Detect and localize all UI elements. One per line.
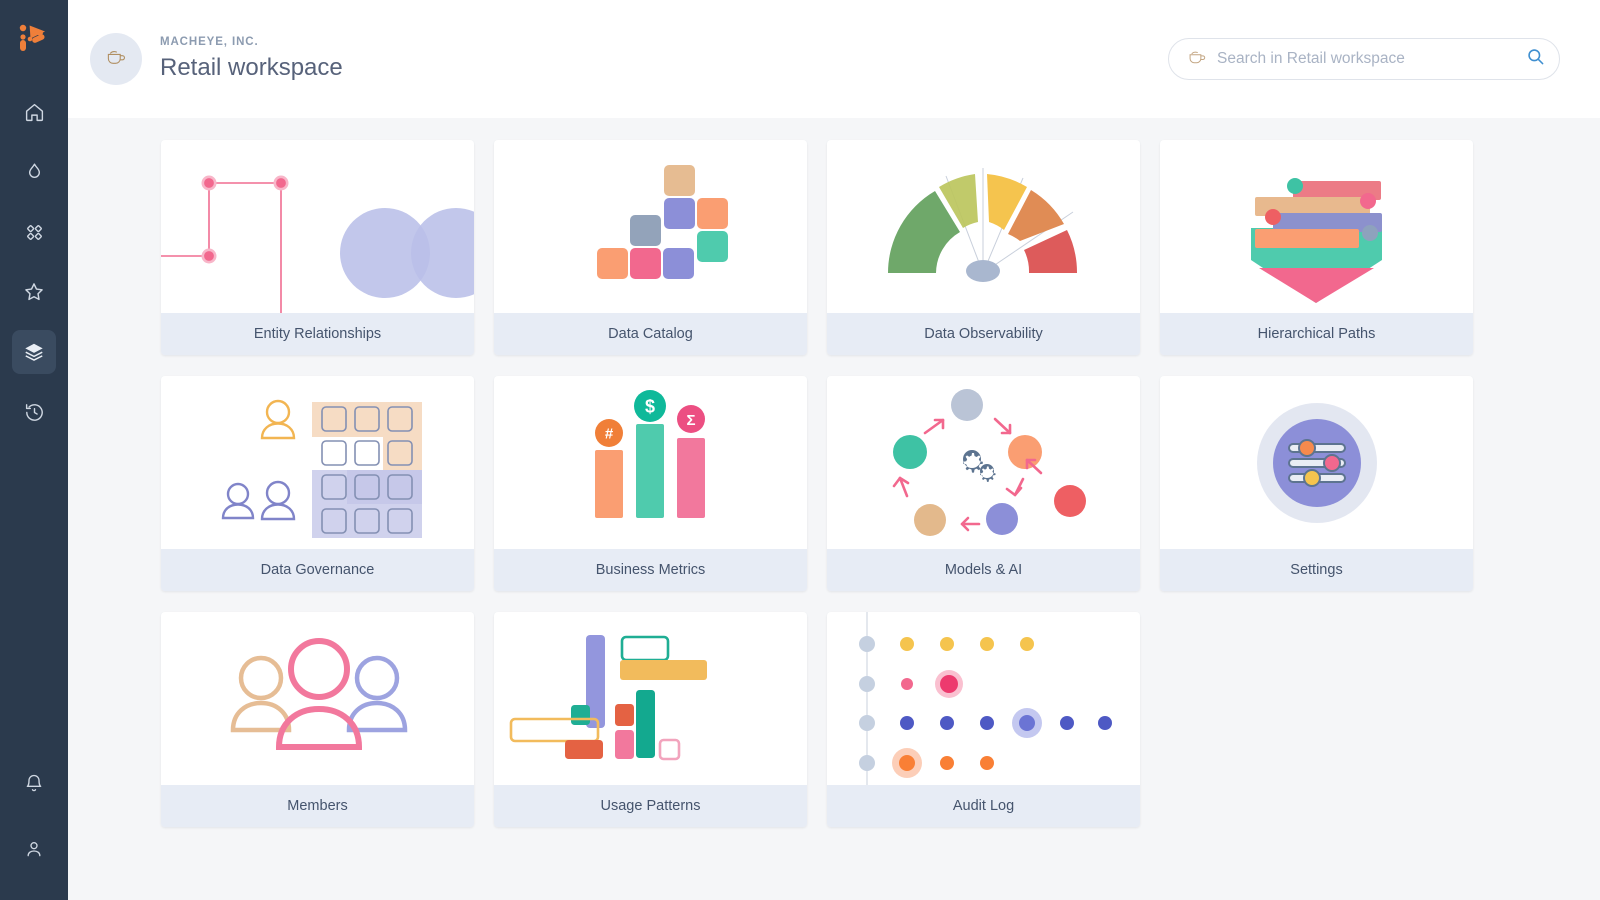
spark-icon [24, 162, 45, 183]
card-usage-patterns[interactable]: Usage Patterns [494, 612, 807, 827]
card-models-ai[interactable]: Models & AI [827, 376, 1140, 591]
page-title: Retail workspace [160, 54, 343, 81]
card-label: Settings [1160, 549, 1473, 591]
user-icon [24, 839, 44, 859]
workspace-heading: MACHEYE, INC. Retail workspace [160, 36, 343, 82]
sidebar-item-history[interactable] [12, 390, 56, 434]
diamond-grid-icon [24, 222, 45, 243]
star-icon [23, 281, 45, 303]
metric-badge-sigma: Σ [686, 412, 695, 429]
sidebar-item-workspaces[interactable] [12, 330, 56, 374]
card-data-governance[interactable]: Data Governance [161, 376, 474, 591]
card-label: Data Catalog [494, 313, 807, 355]
data-catalog-illustration [494, 140, 807, 313]
card-members[interactable]: Members [161, 612, 474, 827]
usage-patterns-illustration [494, 612, 807, 785]
macheye-logo-icon[interactable] [14, 20, 54, 56]
card-label: Entity Relationships [161, 313, 474, 355]
search-icon[interactable] [1526, 47, 1545, 71]
main-area: MACHEYE, INC. Retail workspace Search in… [68, 0, 1600, 900]
sidebar-item-notifications[interactable] [12, 761, 56, 805]
card-data-observability[interactable]: Data Observability [827, 140, 1140, 355]
card-settings[interactable]: Settings [1160, 376, 1473, 591]
card-label: Members [161, 785, 474, 827]
sidebar-item-profile[interactable] [12, 827, 56, 871]
card-hierarchical-paths[interactable]: Hierarchical Paths [1160, 140, 1473, 355]
card-label: Usage Patterns [494, 785, 807, 827]
sidebar-item-insights[interactable] [12, 150, 56, 194]
home-icon [24, 102, 45, 123]
data-observability-illustration [827, 140, 1140, 313]
business-metrics-illustration: # $ Σ [494, 376, 807, 549]
card-label: Hierarchical Paths [1160, 313, 1473, 355]
audit-log-illustration [827, 612, 1140, 785]
card-label: Data Observability [827, 313, 1140, 355]
search-input[interactable] [1217, 50, 1526, 68]
card-label: Audit Log [827, 785, 1140, 827]
org-name: MACHEYE, INC. [160, 36, 259, 48]
card-entity-relationships[interactable]: Entity Relationships [161, 140, 474, 355]
card-label: Business Metrics [494, 549, 807, 591]
card-label: Data Governance [161, 549, 474, 591]
bell-icon [24, 773, 44, 793]
coffee-cup-icon [1187, 48, 1207, 71]
layers-icon [23, 341, 45, 363]
sidebar-item-home[interactable] [12, 90, 56, 134]
workspace-avatar[interactable] [90, 33, 142, 85]
card-label: Models & AI [827, 549, 1140, 591]
metric-badge-dollar: $ [645, 397, 655, 417]
coffee-cup-icon [105, 47, 127, 72]
hierarchical-paths-illustration [1160, 140, 1473, 313]
search-container [1168, 38, 1560, 80]
metric-badge-hash: # [605, 426, 614, 443]
sidebar-bottom-group [0, 750, 68, 882]
models-ai-illustration [827, 376, 1140, 549]
app-root: MACHEYE, INC. Retail workspace Search in… [0, 0, 1600, 900]
search-box[interactable] [1168, 38, 1560, 80]
members-illustration [161, 612, 474, 785]
card-data-catalog[interactable]: Data Catalog [494, 140, 807, 355]
card-grid: Entity Relationships Data Catalog Data O… [161, 140, 1506, 827]
entity-relationships-illustration [161, 140, 474, 313]
sidebar [0, 0, 68, 900]
history-icon [24, 402, 45, 423]
card-audit-log[interactable]: Audit Log [827, 612, 1140, 827]
sidebar-item-apps[interactable] [12, 210, 56, 254]
page-header: MACHEYE, INC. Retail workspace [68, 0, 1600, 118]
sidebar-item-favorites[interactable] [12, 270, 56, 314]
content-area: Entity Relationships Data Catalog Data O… [68, 118, 1600, 900]
card-business-metrics[interactable]: # $ Σ Business Metrics [494, 376, 807, 591]
data-governance-illustration [161, 376, 474, 549]
settings-illustration [1160, 376, 1473, 549]
